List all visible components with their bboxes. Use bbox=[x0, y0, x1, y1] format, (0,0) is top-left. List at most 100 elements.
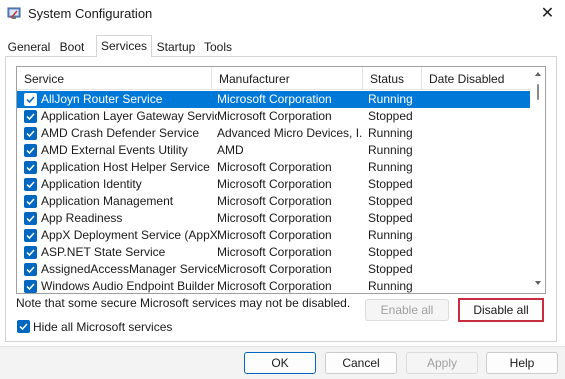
help-button[interactable]: Help bbox=[486, 352, 558, 374]
system-configuration-icon bbox=[7, 6, 21, 20]
service-status: Stopped bbox=[368, 177, 413, 191]
ok-button[interactable]: OK bbox=[244, 352, 316, 374]
table-row[interactable]: Application Identity Microsoft Corporatio… bbox=[17, 176, 530, 193]
apply-button[interactable]: Apply bbox=[406, 352, 478, 374]
close-button[interactable]: ✕ bbox=[530, 0, 565, 26]
service-status: Running bbox=[368, 228, 413, 242]
service-status: Running bbox=[368, 160, 413, 174]
service-manufacturer: Microsoft Corporation bbox=[217, 279, 332, 293]
service-manufacturer: AMD bbox=[217, 143, 244, 157]
table-row[interactable]: Windows Audio Endpoint Builder Microsoft … bbox=[17, 278, 530, 293]
service-manufacturer: Microsoft Corporation bbox=[217, 228, 332, 242]
service-manufacturer: Microsoft Corporation bbox=[217, 177, 332, 191]
title-bar: System Configuration ✕ bbox=[0, 0, 565, 28]
service-checkbox[interactable] bbox=[24, 263, 37, 276]
checkmark-icon bbox=[26, 164, 35, 172]
table-row[interactable]: AMD Crash Defender Service Advanced Micro… bbox=[17, 125, 530, 142]
hide-microsoft-services-label: Hide all Microsoft services bbox=[33, 320, 173, 334]
service-manufacturer: Microsoft Corporation bbox=[217, 211, 332, 225]
service-manufacturer: Microsoft Corporation bbox=[217, 245, 332, 259]
table-row[interactable]: App Readiness Microsoft Corporation Stoppe… bbox=[17, 210, 530, 227]
checkmark-icon bbox=[26, 113, 35, 121]
service-name: AppX Deployment Service (AppX... bbox=[41, 228, 217, 242]
service-checkbox[interactable] bbox=[24, 246, 37, 259]
scrollbar-thumb[interactable] bbox=[537, 84, 539, 100]
service-checkbox[interactable] bbox=[24, 127, 37, 140]
service-manufacturer: Microsoft Corporation bbox=[217, 109, 332, 123]
table-row[interactable]: Application Host Helper Service Microsoft… bbox=[17, 159, 530, 176]
service-name: Application Identity bbox=[41, 177, 142, 191]
service-manufacturer: Microsoft Corporation bbox=[217, 194, 332, 208]
tab-tools[interactable]: Tools bbox=[200, 37, 236, 57]
checkmark-icon bbox=[26, 266, 35, 274]
service-manufacturer: Microsoft Corporation bbox=[217, 92, 332, 106]
service-name: AllJoyn Router Service bbox=[41, 92, 163, 106]
service-status: Running bbox=[368, 126, 413, 140]
service-name: AssignedAccessManager Service bbox=[41, 262, 217, 276]
service-manufacturer: Microsoft Corporation bbox=[217, 262, 332, 276]
service-status: Stopped bbox=[368, 194, 413, 208]
service-name: ASP.NET State Service bbox=[41, 245, 166, 259]
checkmark-icon bbox=[26, 147, 35, 155]
service-checkbox[interactable] bbox=[24, 212, 37, 225]
secure-services-note: Note that some secure Microsoft services… bbox=[16, 296, 351, 310]
service-checkbox[interactable] bbox=[24, 280, 37, 293]
column-header-service[interactable]: Service bbox=[17, 67, 211, 90]
checkbox-checked[interactable] bbox=[17, 320, 30, 333]
service-checkbox[interactable] bbox=[24, 110, 37, 123]
checkmark-icon bbox=[26, 96, 35, 104]
list-header: Service Manufacturer Status Date Disable… bbox=[17, 67, 530, 90]
cancel-button[interactable]: Cancel bbox=[325, 352, 397, 374]
checkmark-icon bbox=[19, 323, 28, 331]
disable-all-button[interactable]: Disable all bbox=[458, 298, 544, 322]
table-row[interactable]: ASP.NET State Service Microsoft Corporati… bbox=[17, 244, 530, 261]
scroll-down-arrow-icon[interactable] bbox=[535, 281, 541, 285]
vertical-scrollbar[interactable] bbox=[531, 67, 545, 293]
services-list[interactable]: Service Manufacturer Status Date Disable… bbox=[16, 66, 546, 294]
checkmark-icon bbox=[26, 215, 35, 223]
tab-startup[interactable]: Startup bbox=[152, 37, 200, 57]
table-row[interactable]: AppX Deployment Service (AppX... Microsof… bbox=[17, 227, 530, 244]
service-name: Application Host Helper Service bbox=[41, 160, 210, 174]
service-name: Application Layer Gateway Service bbox=[41, 109, 217, 123]
table-row[interactable]: AssignedAccessManager Service Microsoft C… bbox=[17, 261, 530, 278]
service-checkbox[interactable] bbox=[24, 161, 37, 174]
scroll-up-arrow-icon[interactable] bbox=[535, 72, 541, 76]
checkmark-icon bbox=[26, 232, 35, 240]
service-name: Application Management bbox=[41, 194, 174, 208]
service-checkbox[interactable] bbox=[24, 178, 37, 191]
table-row[interactable]: Application Management Microsoft Corporat… bbox=[17, 193, 530, 210]
service-name: AMD Crash Defender Service bbox=[41, 126, 200, 140]
checkmark-icon bbox=[26, 283, 35, 291]
service-status: Running bbox=[368, 279, 413, 293]
service-manufacturer: Microsoft Corporation bbox=[217, 160, 332, 174]
service-status: Stopped bbox=[368, 109, 413, 123]
service-checkbox[interactable] bbox=[24, 144, 37, 157]
tab-services[interactable]: Services bbox=[96, 35, 152, 57]
table-row[interactable]: Application Layer Gateway Service Microso… bbox=[17, 108, 530, 125]
table-row[interactable]: AMD External Events Utility AMD Running bbox=[17, 142, 530, 159]
service-status: Stopped bbox=[368, 245, 413, 259]
tab-boot[interactable]: Boot bbox=[52, 37, 92, 57]
checkmark-icon bbox=[26, 130, 35, 138]
service-checkbox[interactable] bbox=[24, 229, 37, 242]
checkmark-icon bbox=[26, 181, 35, 189]
service-name: AMD External Events Utility bbox=[41, 143, 188, 157]
service-name: App Readiness bbox=[41, 211, 123, 225]
column-header-manufacturer[interactable]: Manufacturer bbox=[212, 67, 362, 90]
service-status: Stopped bbox=[368, 211, 413, 225]
table-row[interactable]: AllJoyn Router Service Microsoft Corporat… bbox=[17, 91, 530, 108]
enable-all-button[interactable]: Enable all bbox=[365, 299, 449, 321]
service-name: Windows Audio Endpoint Builder bbox=[41, 279, 215, 293]
service-checkbox[interactable] bbox=[24, 93, 37, 106]
service-status: Stopped bbox=[368, 262, 413, 276]
window-title: System Configuration bbox=[28, 6, 153, 21]
service-checkbox[interactable] bbox=[24, 195, 37, 208]
close-icon: ✕ bbox=[540, 5, 555, 22]
tab-general[interactable]: General bbox=[6, 37, 52, 57]
column-header-status[interactable]: Status bbox=[363, 67, 421, 90]
service-manufacturer: Advanced Micro Devices, I... bbox=[217, 126, 363, 140]
column-header-date-disabled[interactable]: Date Disabled bbox=[422, 67, 530, 90]
service-status: Running bbox=[368, 92, 413, 106]
service-status: Running bbox=[368, 143, 413, 157]
